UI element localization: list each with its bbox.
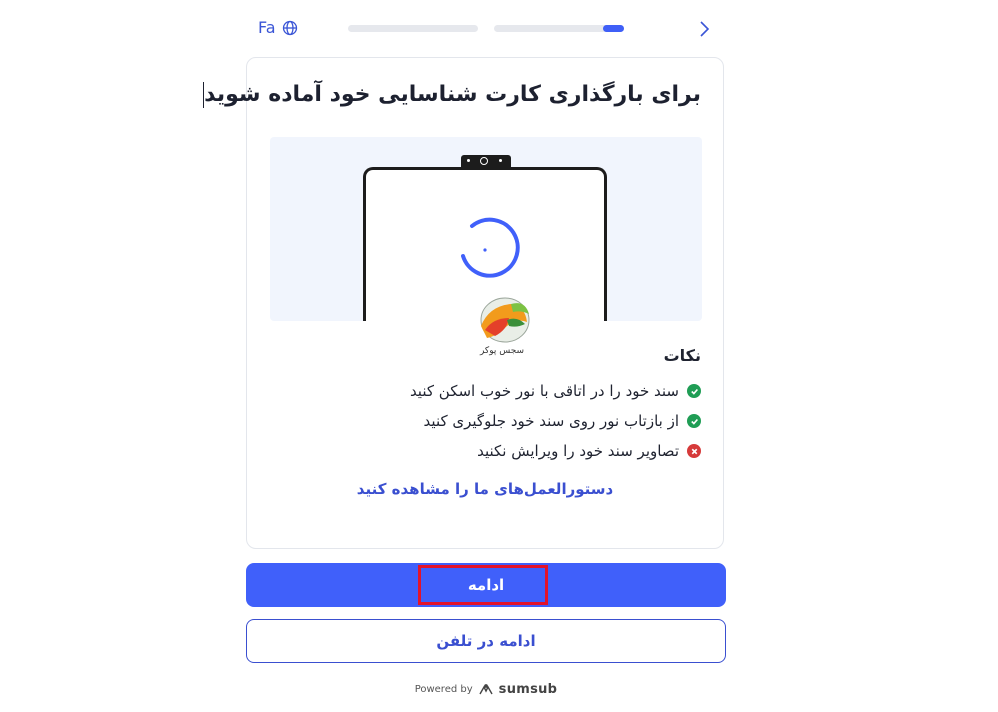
progress-step-1 bbox=[348, 25, 478, 32]
tip-text: از بازتاب نور روی سند خود جلوگیری کنید bbox=[423, 412, 679, 430]
progress-step-2 bbox=[494, 25, 624, 32]
language-selector[interactable]: Fa bbox=[258, 18, 298, 37]
globe-icon bbox=[282, 20, 297, 35]
list-item: از بازتاب نور روی سند خود جلوگیری کنید bbox=[410, 406, 701, 436]
tip-text: تصاویر سند خود را ویرایش نکنید bbox=[477, 442, 679, 460]
list-item: تصاویر سند خود را ویرایش نکنید bbox=[410, 436, 701, 466]
tip-text: سند خود را در اتاقی با نور خوب اسکن کنید bbox=[409, 382, 679, 400]
chevron-right-icon[interactable] bbox=[696, 20, 712, 38]
instruction-card: برای بارگذاری کارت شناسایی خود آماده شوی… bbox=[202, 57, 724, 549]
sumsub-logo-icon bbox=[479, 683, 493, 694]
tips-heading: نکات bbox=[663, 346, 701, 365]
powered-by-label: Powered by bbox=[414, 684, 473, 695]
watermark-logo: سجس پوکر bbox=[467, 296, 537, 360]
watermark-text: سجس پوکر bbox=[479, 346, 525, 356]
check-icon bbox=[687, 414, 701, 428]
document-illustration bbox=[270, 137, 702, 321]
list-item: سند خود را در اتاقی با نور خوب اسکن کنید bbox=[410, 376, 701, 406]
check-icon bbox=[687, 384, 701, 398]
powered-by-footer: Powered by sumsub bbox=[0, 682, 972, 697]
brand-name: sumsub bbox=[498, 682, 558, 697]
language-label: Fa bbox=[258, 18, 276, 37]
continue-on-phone-button[interactable]: ادامه در تلفن bbox=[246, 619, 726, 663]
page-title: برای بارگذاری کارت شناسایی خود آماده شوی… bbox=[202, 82, 701, 108]
tips-list: سند خود را در اتاقی با نور خوب اسکن کنید… bbox=[410, 376, 701, 466]
guidelines-link[interactable]: دستورالعمل‌های ما را مشاهده کنید bbox=[247, 480, 723, 498]
progress-fill bbox=[603, 25, 624, 32]
continue-button[interactable]: ادامه bbox=[246, 563, 726, 607]
phone-camera-notch bbox=[461, 155, 511, 169]
cross-icon bbox=[687, 444, 701, 458]
fox-logo-icon bbox=[480, 297, 530, 343]
loading-spinner-icon bbox=[461, 217, 520, 278]
